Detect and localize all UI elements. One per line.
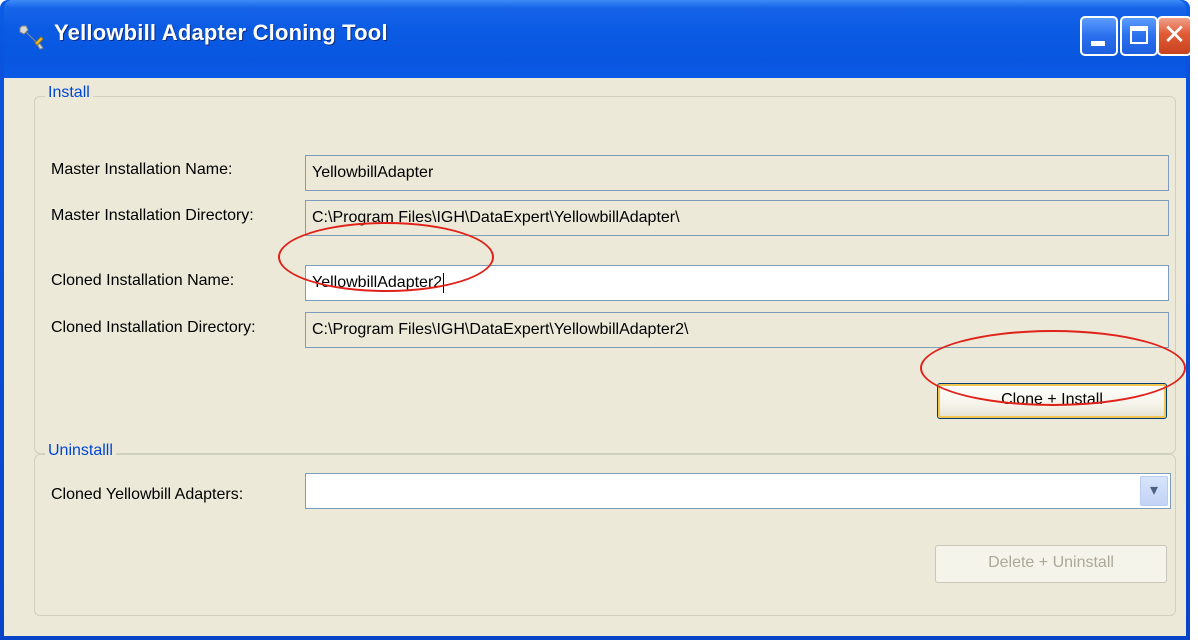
install-group: Install Master Installation Name: Yellow…	[34, 84, 1176, 454]
master-name-label: Master Installation Name:	[51, 161, 233, 178]
app-window: Yellowbill Adapter Cloning Tool ✕ Instal…	[0, 0, 1192, 640]
maximize-button[interactable]	[1120, 16, 1158, 56]
master-name-field[interactable]: YellowbillAdapter	[305, 155, 1169, 191]
master-dir-label: Master Installation Directory:	[51, 207, 254, 224]
clone-install-button[interactable]: Clone + Install	[937, 383, 1167, 419]
close-button[interactable]: ✕	[1157, 16, 1192, 56]
title-bar[interactable]: Yellowbill Adapter Cloning Tool ✕	[4, 0, 1192, 78]
master-dir-field[interactable]: C:\Program Files\IGH\DataExpert\Yellowbi…	[305, 200, 1169, 236]
chevron-down-icon[interactable]: ▾	[1140, 476, 1168, 506]
uninstall-group-label: Uninstalll	[45, 442, 116, 460]
cloned-adapters-dropdown[interactable]: ▾	[305, 473, 1171, 509]
minimize-button[interactable]	[1080, 16, 1118, 56]
delete-uninstall-button[interactable]: Delete + Uninstall	[935, 545, 1167, 583]
cloned-adapters-label: Cloned Yellowbill Adapters:	[51, 486, 244, 503]
wrench-icon	[19, 25, 44, 50]
install-group-label: Install	[45, 84, 93, 102]
close-icon: ✕	[1162, 18, 1187, 51]
maximize-icon	[1130, 26, 1148, 44]
cloned-dir-field[interactable]: C:\Program Files\IGH\DataExpert\Yellowbi…	[305, 312, 1169, 348]
cloned-dir-label: Cloned Installation Directory:	[51, 319, 256, 336]
window-title: Yellowbill Adapter Cloning Tool	[54, 20, 388, 45]
uninstall-group: Uninstalll Cloned Yellowbill Adapters: ▾…	[34, 442, 1176, 616]
window-client-area: Install Master Installation Name: Yellow…	[4, 78, 1186, 636]
text-caret	[443, 272, 445, 293]
cloned-name-label: Cloned Installation Name:	[51, 272, 235, 289]
cloned-name-value: YellowbillAdapter2	[312, 274, 443, 291]
minimize-icon	[1091, 41, 1105, 46]
cloned-name-input[interactable]: YellowbillAdapter2	[305, 265, 1169, 301]
